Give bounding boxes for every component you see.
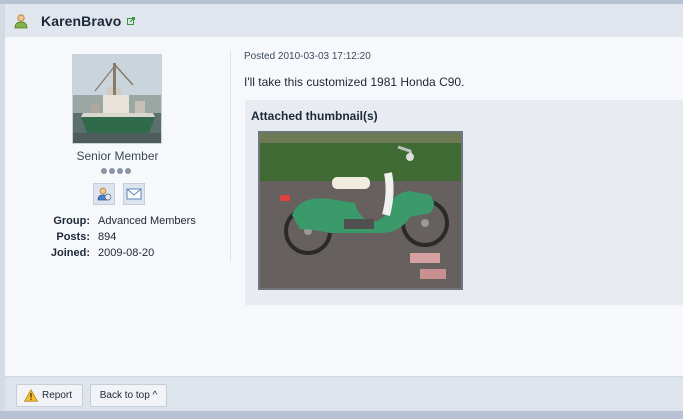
post-container: KarenBravo Senior Member Group: Advanced… <box>0 0 683 419</box>
field-value: 2009-08-20 <box>98 247 155 259</box>
post-header: KarenBravo <box>5 4 683 37</box>
rank-pips <box>101 168 131 174</box>
post-text: I'll take this customized 1981 Honda C90… <box>244 75 465 89</box>
attachments-title: Attached thumbnail(s) <box>251 109 378 123</box>
avatar-image <box>73 55 161 143</box>
field-value: Advanced Members <box>98 215 196 227</box>
field-label: Group: <box>53 215 90 227</box>
rank-pip <box>125 168 131 174</box>
send-message-button[interactable] <box>123 183 145 205</box>
external-link-icon[interactable] <box>127 16 136 25</box>
field-value: 894 <box>98 231 117 243</box>
report-button[interactable]: Report <box>16 384 83 407</box>
rank-pip <box>101 168 107 174</box>
member-fields: Group: Advanced Members Posts: 894 Joine… <box>5 213 230 261</box>
field-label: Joined: <box>50 247 90 259</box>
column-divider <box>230 50 231 262</box>
attachment-thumbnail[interactable] <box>258 131 463 290</box>
username-link[interactable]: KarenBravo <box>41 13 121 29</box>
report-label: Report <box>42 390 73 401</box>
back-to-top-button[interactable]: Back to top ^ <box>90 384 167 407</box>
avatar[interactable] <box>72 54 162 144</box>
post-timestamp: Posted 2010-03-03 17:12:20 <box>244 51 371 62</box>
post-footer: Report Back to top ^ <box>5 376 683 411</box>
attachments-box: Attached thumbnail(s) <box>245 100 683 305</box>
bottom-rule <box>0 411 683 419</box>
user-icon <box>14 13 28 28</box>
user-profile-icon <box>97 187 112 201</box>
envelope-icon <box>126 188 142 200</box>
profile-actions <box>93 183 145 205</box>
field-row: Joined: 2009-08-20 <box>5 245 230 261</box>
field-label: Posts: <box>56 231 90 243</box>
member-rank: Senior Member <box>76 149 159 163</box>
field-row: Posts: 894 <box>5 229 230 245</box>
author-info: Senior Member Group: Advanced Members Po… <box>5 37 230 262</box>
field-row: Group: Advanced Members <box>5 213 230 229</box>
rank-pip <box>117 168 123 174</box>
view-profile-button[interactable] <box>93 183 115 205</box>
warning-icon <box>24 389 38 402</box>
thumbnail-image <box>260 133 461 288</box>
rank-pip <box>109 168 115 174</box>
back-to-top-label: Back to top ^ <box>99 390 158 401</box>
